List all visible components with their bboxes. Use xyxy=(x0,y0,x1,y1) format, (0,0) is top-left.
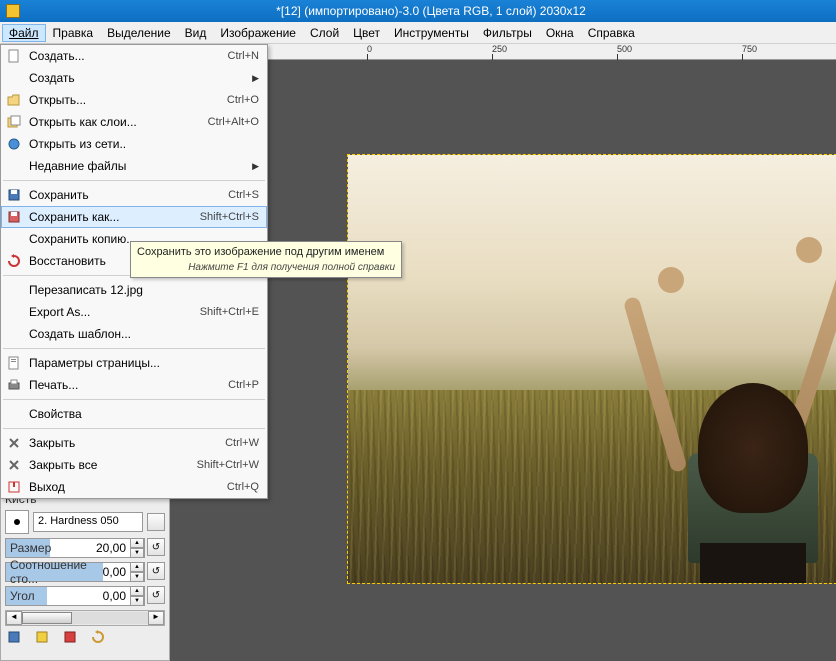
globe-icon xyxy=(5,136,23,152)
menu-select[interactable]: Выделение xyxy=(100,24,178,42)
ruler-horizontal: -250 0 250 500 750 1000 1250 xyxy=(187,44,836,60)
photo-content xyxy=(348,155,836,583)
revert-icon xyxy=(5,253,23,269)
menu-file[interactable]: Файл xyxy=(2,24,46,42)
menu-tools[interactable]: Инструменты xyxy=(387,24,476,42)
menu-edit[interactable]: Правка xyxy=(46,24,101,42)
menu-item-save-as[interactable]: Сохранить как... Shift+Ctrl+S xyxy=(1,206,267,228)
menu-item-create-template[interactable]: Создать шаблон... xyxy=(1,323,267,345)
ruler-tick: 0 xyxy=(367,44,372,54)
save-as-tooltip: Сохранить это изображение под другим име… xyxy=(130,241,402,278)
menu-item-export-as[interactable]: Export As... Shift+Ctrl+E xyxy=(1,301,267,323)
menu-separator xyxy=(3,180,265,181)
scroll-thumb[interactable] xyxy=(22,612,72,624)
menu-item-quit[interactable]: Выход Ctrl+Q xyxy=(1,476,267,498)
canvas-area[interactable] xyxy=(187,60,836,661)
menu-item-close[interactable]: Закрыть Ctrl+W xyxy=(1,432,267,454)
print-icon xyxy=(5,377,23,393)
menu-item-page-setup[interactable]: Параметры страницы... xyxy=(1,352,267,374)
save-preset-icon[interactable] xyxy=(7,630,21,644)
angle-down[interactable]: ▼ xyxy=(130,596,144,606)
brush-picker-button[interactable] xyxy=(147,513,165,531)
menu-image[interactable]: Изображение xyxy=(213,24,303,42)
reset-preset-icon[interactable] xyxy=(91,630,105,644)
size-slider[interactable]: Размер 20,00 ▲▼ xyxy=(5,538,145,558)
menu-layer[interactable]: Слой xyxy=(303,24,346,42)
menu-item-create-sub[interactable]: Создать ▶ xyxy=(1,67,267,89)
menubar: Файл Правка Выделение Вид Изображение Сл… xyxy=(0,22,836,44)
save-as-icon xyxy=(5,209,23,225)
canvas-image[interactable] xyxy=(347,154,836,584)
menu-item-save[interactable]: Сохранить Ctrl+S xyxy=(1,184,267,206)
menu-windows[interactable]: Окна xyxy=(539,24,581,42)
ruler-tick: 250 xyxy=(492,44,507,54)
scroll-right-button[interactable]: ► xyxy=(148,611,164,625)
ruler-tick: 750 xyxy=(742,44,757,54)
ratio-down[interactable]: ▼ xyxy=(130,572,144,582)
submenu-arrow-icon: ▶ xyxy=(252,161,259,172)
menu-item-properties[interactable]: Свойства xyxy=(1,403,267,425)
quit-icon xyxy=(5,479,23,495)
menu-help[interactable]: Справка xyxy=(581,24,642,42)
close-icon xyxy=(5,435,23,451)
menu-separator xyxy=(3,428,265,429)
menu-item-create[interactable]: Создать... Ctrl+N xyxy=(1,45,267,67)
close-all-icon xyxy=(5,457,23,473)
submenu-arrow-icon: ▶ xyxy=(252,73,259,84)
page-setup-icon xyxy=(5,355,23,371)
titlebar: *[12] (импортировано)-3.0 (Цвета RGB, 1 … xyxy=(0,0,836,22)
menu-separator xyxy=(3,348,265,349)
menu-item-close-all[interactable]: Закрыть все Shift+Ctrl+W xyxy=(1,454,267,476)
restore-preset-icon[interactable] xyxy=(35,630,49,644)
menu-item-open-net[interactable]: Открыть из сети.. xyxy=(1,133,267,155)
size-up[interactable]: ▲ xyxy=(130,538,144,548)
save-icon xyxy=(5,187,23,203)
menu-item-overwrite[interactable]: Перезаписать 12.jpg xyxy=(1,279,267,301)
ratio-reset-button[interactable]: ↺ xyxy=(147,562,165,580)
layers-icon xyxy=(5,114,23,130)
menu-item-recent[interactable]: Недавние файлы ▶ xyxy=(1,155,267,177)
ratio-up[interactable]: ▲ xyxy=(130,562,144,572)
tooltip-main-text: Сохранить это изображение под другим име… xyxy=(137,246,395,258)
menu-view[interactable]: Вид xyxy=(178,24,214,42)
panel-scrollbar[interactable]: ◄ ► xyxy=(5,610,165,626)
menu-item-print[interactable]: Печать... Ctrl+P xyxy=(1,374,267,396)
ratio-slider[interactable]: Соотношение сто... 0,00 ▲▼ xyxy=(5,562,145,582)
menu-filters[interactable]: Фильтры xyxy=(476,24,539,42)
window-title: *[12] (импортировано)-3.0 (Цвета RGB, 1 … xyxy=(26,4,836,18)
angle-up[interactable]: ▲ xyxy=(130,586,144,596)
size-down[interactable]: ▼ xyxy=(130,548,144,558)
angle-reset-button[interactable]: ↺ xyxy=(147,586,165,604)
size-reset-button[interactable]: ↺ xyxy=(147,538,165,556)
new-file-icon xyxy=(5,48,23,64)
tooltip-sub-text: Нажмите F1 для получения полной справки xyxy=(137,262,395,273)
scroll-left-button[interactable]: ◄ xyxy=(6,611,22,625)
menu-item-open-layers[interactable]: Открыть как слои... Ctrl+Alt+O xyxy=(1,111,267,133)
menu-item-open[interactable]: Открыть... Ctrl+O xyxy=(1,89,267,111)
folder-open-icon xyxy=(5,92,23,108)
app-icon xyxy=(6,4,20,18)
angle-slider[interactable]: Угол 0,00 ▲▼ xyxy=(5,586,145,606)
ruler-tick: 500 xyxy=(617,44,632,54)
panel-icon-row xyxy=(5,626,165,648)
brush-name-field[interactable]: 2. Hardness 050 xyxy=(33,512,143,532)
menu-separator xyxy=(3,399,265,400)
menu-color[interactable]: Цвет xyxy=(346,24,387,42)
brush-preview[interactable] xyxy=(5,510,29,534)
delete-preset-icon[interactable] xyxy=(63,630,77,644)
tool-options-panel: Непрозрачность Кисть 2. Hardness 050 Раз… xyxy=(0,474,170,661)
